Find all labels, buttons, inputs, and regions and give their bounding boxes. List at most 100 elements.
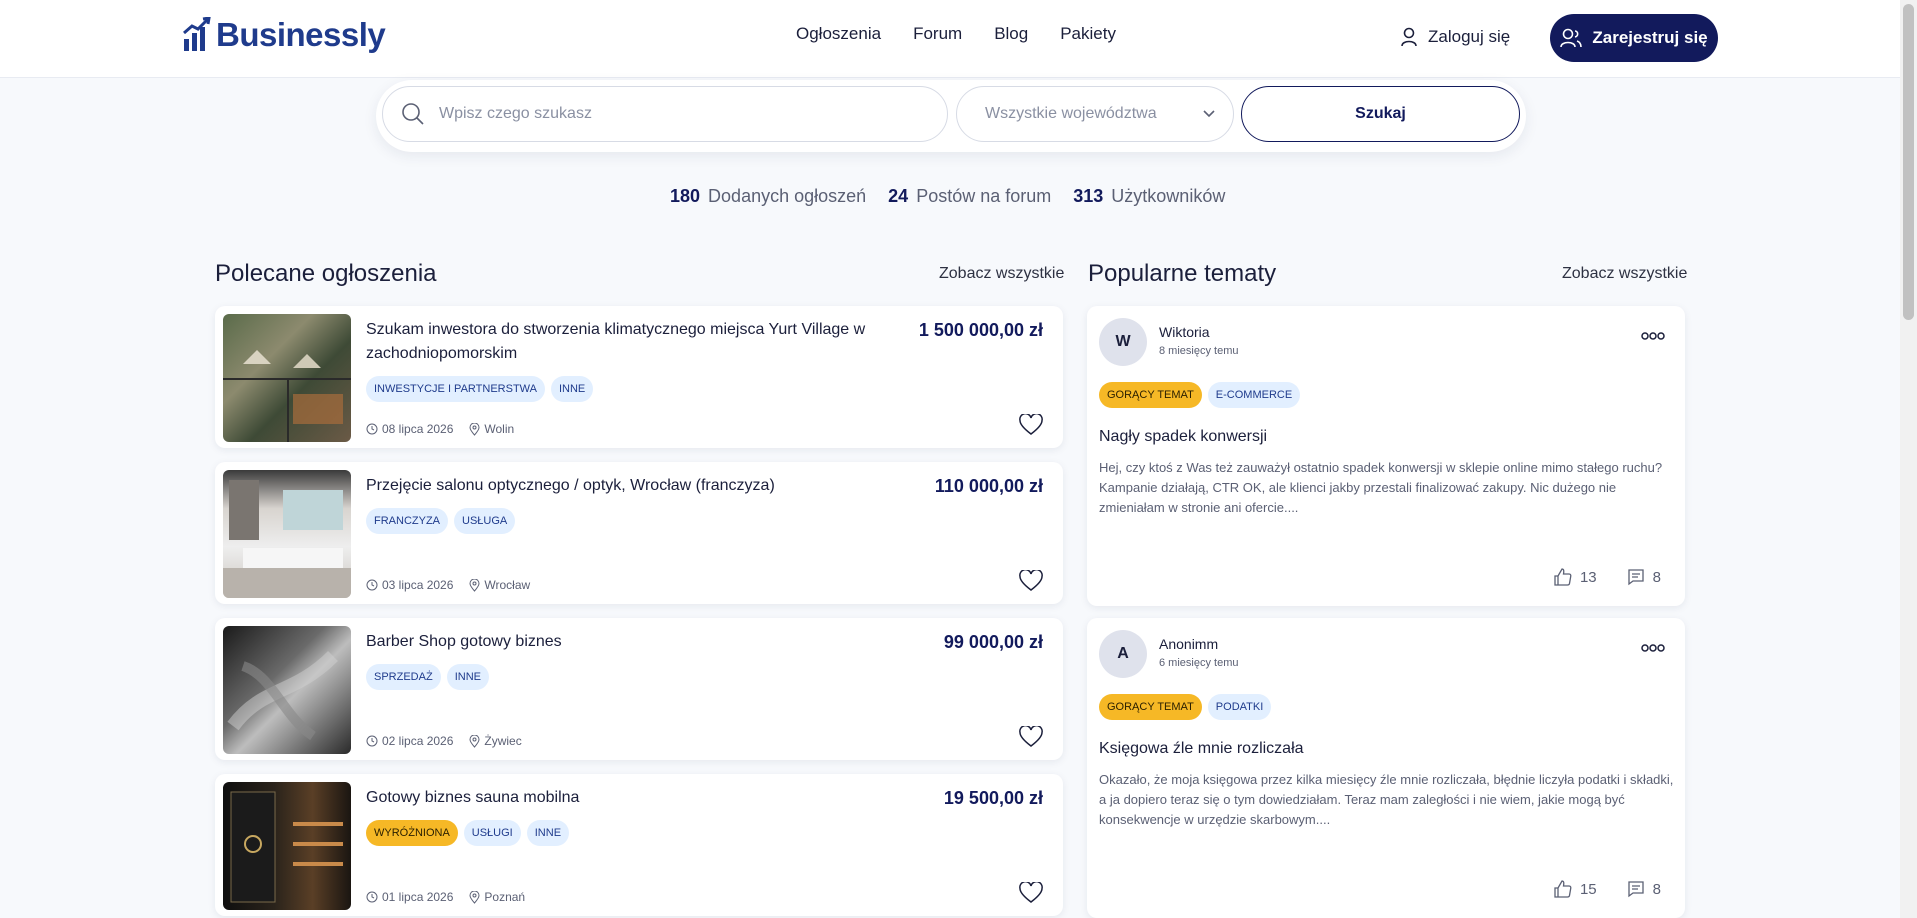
register-label: Zarejestruj się — [1592, 28, 1708, 47]
location-pin-icon — [469, 734, 480, 748]
location-pin-icon — [469, 422, 480, 436]
listing-meta: 08 lipca 2026 Wolin — [366, 422, 514, 436]
more-options-icon[interactable] — [1641, 644, 1665, 652]
logo-chart-icon — [183, 17, 211, 51]
favorite-heart-icon[interactable] — [1019, 570, 1043, 592]
tag[interactable]: Sprzedaż — [366, 664, 441, 690]
tag[interactable]: Inwestycje i partnerstwa — [366, 376, 545, 402]
site-header: Businessly Ogłoszenia Forum Blog Pakiety… — [0, 0, 1900, 78]
listing-tags: Franczyza Usługa — [366, 508, 516, 534]
post-title[interactable]: Nagły spadek konwersji — [1099, 428, 1267, 446]
scrollbar-thumb[interactable] — [1903, 4, 1914, 320]
tag[interactable]: Usługi — [463, 820, 521, 846]
region-value: Wszystkie województwa — [985, 105, 1157, 122]
listing-title[interactable]: Gotowy biznes sauna mobilna — [366, 786, 876, 810]
listing-tags: Inwestycje i partnerstwa Inne — [366, 376, 594, 402]
listing-title[interactable]: Przejęcie salonu optycznego / optyk, Wro… — [366, 474, 876, 498]
post-time: 8 miesięcy temu — [1159, 345, 1239, 357]
listing-tags: Sprzedaż Inne — [366, 664, 489, 690]
more-options-icon[interactable] — [1641, 332, 1665, 340]
tag[interactable]: Inne — [526, 820, 570, 846]
hot-topic-badge: Gorący temat — [1099, 694, 1202, 720]
tag[interactable]: E-commerce — [1207, 382, 1301, 408]
login-link[interactable]: Zaloguj się — [1400, 27, 1510, 47]
listing-meta: 03 lipca 2026 Wrocław — [366, 578, 530, 592]
post-excerpt: Hej, czy ktoś z Was też zauważył ostatni… — [1099, 460, 1663, 515]
listings-see-all-link[interactable]: Zobacz wszystkie — [939, 265, 1064, 283]
listing-price: 110 000,00 zł — [934, 476, 1043, 496]
stat-posts: 24 Postów na forum — [888, 186, 1052, 206]
listing-card[interactable]: Barber Shop gotowy biznes 99 000,00 zł S… — [215, 618, 1063, 760]
featured-badge: Wyróżniona — [366, 820, 458, 846]
like-count: 15 — [1579, 880, 1597, 898]
nav-pakiety[interactable]: Pakiety — [1060, 24, 1116, 44]
forum-see-all-link[interactable]: Zobacz wszystkie — [1562, 265, 1687, 283]
listing-image[interactable] — [223, 470, 351, 598]
register-button[interactable]: Zarejestruj się — [1550, 14, 1718, 62]
listing-tags: Wyróżniona Usługi Inne — [366, 820, 570, 846]
logo[interactable]: Businessly — [182, 16, 386, 54]
listing-date: 01 lipca 2026 — [382, 890, 454, 904]
listing-price: 19 500,00 zł — [943, 788, 1043, 808]
post-author[interactable]: Anonimm — [1159, 636, 1218, 652]
listing-price: 1 500 000,00 zł — [918, 320, 1043, 340]
tag[interactable]: Inne — [446, 664, 489, 690]
hot-topic-badge: Gorący temat — [1099, 382, 1202, 408]
listing-title[interactable]: Barber Shop gotowy biznes — [366, 630, 876, 654]
post-title[interactable]: Księgowa źle mnie rozliczała — [1099, 740, 1304, 758]
like-count: 13 — [1579, 568, 1597, 586]
main-nav: Ogłoszenia Forum Blog Pakiety — [796, 24, 1116, 44]
post-stats: 15 8 — [1554, 880, 1661, 898]
favorite-heart-icon[interactable] — [1019, 882, 1043, 904]
nav-ogloszenia[interactable]: Ogłoszenia — [796, 24, 881, 44]
listing-city: Wrocław — [484, 578, 531, 592]
listing-date: 02 lipca 2026 — [382, 734, 454, 748]
location-pin-icon — [469, 578, 480, 592]
search-placeholder: Wpisz czego szukasz — [439, 105, 592, 122]
tag[interactable]: Franczyza — [366, 508, 448, 534]
listing-date: 03 lipca 2026 — [382, 578, 454, 592]
search-bar: Wpisz czego szukasz Wszystkie województw… — [376, 80, 1526, 152]
region-select[interactable]: Wszystkie województwa — [956, 86, 1234, 142]
nav-blog[interactable]: Blog — [994, 24, 1028, 44]
chevron-down-icon — [1203, 110, 1215, 118]
comments-button[interactable]: 8 — [1627, 880, 1661, 898]
listing-meta: 02 lipca 2026 Żywiec — [366, 734, 522, 748]
favorite-heart-icon[interactable] — [1019, 414, 1043, 436]
forum-post-card[interactable]: W Wiktoria 8 miesięcy temu Gorący temat … — [1087, 306, 1685, 606]
thumbs-up-icon — [1554, 880, 1572, 898]
post-stats: 13 8 — [1554, 568, 1661, 586]
search-button[interactable]: Szukaj — [1241, 86, 1520, 142]
search-icon — [402, 103, 424, 125]
listing-card[interactable]: Gotowy biznes sauna mobilna 19 500,00 zł… — [215, 774, 1063, 916]
page-scrollbar[interactable] — [1900, 0, 1917, 918]
post-time: 6 miesięcy temu — [1159, 657, 1239, 669]
listing-title[interactable]: Szukam inwestora do stworzenia klimatycz… — [366, 318, 876, 366]
nav-forum[interactable]: Forum — [913, 24, 962, 44]
tag[interactable]: Inne — [550, 376, 594, 402]
user-icon — [1401, 27, 1417, 47]
listing-image[interactable] — [223, 314, 351, 442]
search-input[interactable]: Wpisz czego szukasz — [382, 86, 948, 142]
listing-image[interactable] — [223, 782, 351, 910]
listing-card[interactable]: Przejęcie salonu optycznego / optyk, Wro… — [215, 462, 1063, 604]
comment-icon — [1628, 569, 1644, 586]
forum-post-card[interactable]: A Anonimm 6 miesięcy temu Gorący temat P… — [1087, 618, 1685, 918]
tag[interactable]: Usługa — [454, 508, 516, 534]
favorite-heart-icon[interactable] — [1019, 726, 1043, 748]
comments-button[interactable]: 8 — [1627, 568, 1661, 586]
listing-city: Żywiec — [484, 734, 522, 748]
listing-image[interactable] — [223, 626, 351, 754]
tag[interactable]: Podatki — [1207, 694, 1272, 720]
post-author[interactable]: Wiktoria — [1159, 324, 1210, 340]
listing-city: Poznań — [484, 890, 526, 904]
like-button[interactable]: 15 — [1554, 880, 1597, 898]
clock-icon — [366, 735, 378, 747]
clock-icon — [366, 891, 378, 903]
listing-card[interactable]: Szukam inwestora do stworzenia klimatycz… — [215, 306, 1063, 448]
stat-users: 313 Użytkowników — [1073, 186, 1226, 206]
post-tags: Gorący temat E-commerce — [1099, 382, 1301, 408]
brand-name: Businessly — [216, 16, 386, 53]
like-button[interactable]: 13 — [1554, 568, 1597, 586]
location-pin-icon — [469, 890, 480, 904]
